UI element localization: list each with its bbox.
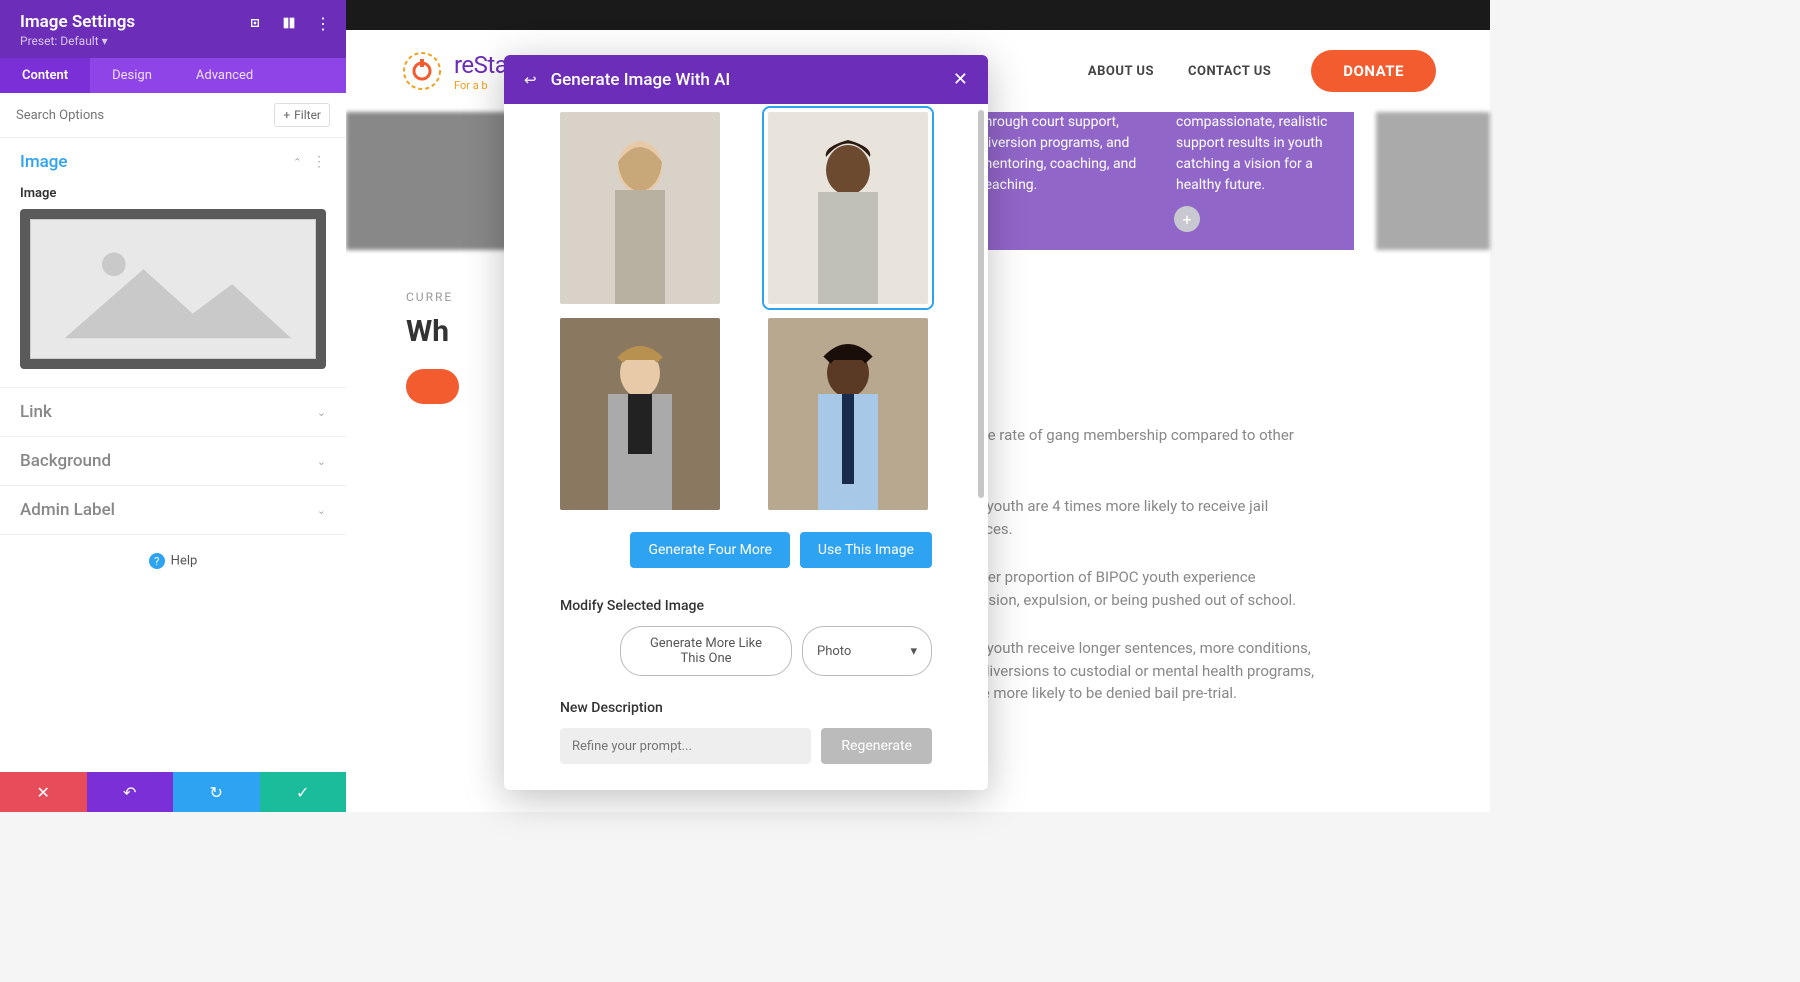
- section-more-icon[interactable]: ⋮: [312, 154, 326, 170]
- more-like-this-button[interactable]: Generate More Like This One: [620, 626, 792, 676]
- section-image-header[interactable]: Image ⌃ ⋮: [0, 138, 346, 186]
- filter-button[interactable]: +Filter: [274, 103, 330, 127]
- section-admin-label: Admin Label ⌄: [0, 486, 346, 535]
- hero-image-right: [1376, 112, 1490, 250]
- placeholder-icon: [31, 220, 315, 358]
- ai-result-thumb-1[interactable]: [560, 112, 720, 304]
- thumbnail-grid: [560, 112, 932, 510]
- nav-contact[interactable]: CONTACT US: [1188, 64, 1271, 79]
- chevron-down-icon: ⌄: [317, 504, 326, 517]
- confirm-button[interactable]: ✓: [260, 772, 347, 812]
- chevron-down-icon: ⌄: [317, 406, 326, 419]
- modify-label: Modify Selected Image: [560, 598, 932, 614]
- ai-result-thumb-2[interactable]: [768, 112, 928, 304]
- top-bar: [346, 0, 1490, 30]
- section-background-header[interactable]: Background ⌄: [0, 437, 346, 485]
- main-nav: ABOUT US CONTACT US: [1088, 64, 1271, 79]
- fact-item: wice the rate of gang membership compare…: [940, 424, 1330, 469]
- search-input[interactable]: [16, 108, 274, 123]
- close-icon[interactable]: ✕: [953, 69, 968, 90]
- preset-dropdown[interactable]: Preset: Default ▾: [20, 34, 326, 48]
- section-image-title: Image: [20, 152, 68, 172]
- chevron-down-icon: ▾: [910, 644, 917, 659]
- section-link-header[interactable]: Link ⌄: [0, 388, 346, 436]
- undo-button[interactable]: ↶: [87, 772, 174, 812]
- use-this-image-button[interactable]: Use This Image: [800, 532, 932, 568]
- refine-row: Regenerate: [560, 728, 932, 764]
- footer-actions: ✕ ↶ ↻ ✓: [0, 772, 346, 812]
- generate-four-more-button[interactable]: Generate Four More: [630, 532, 789, 568]
- back-icon[interactable]: ↩: [524, 71, 537, 89]
- tab-advanced[interactable]: Advanced: [174, 58, 275, 93]
- refine-prompt-input[interactable]: [560, 728, 811, 764]
- section-image: Image ⌃ ⋮ Image: [0, 138, 346, 388]
- new-desc-label: New Description: [560, 700, 932, 716]
- fact-item: A greater proportion of BIPOC youth expe…: [940, 566, 1330, 611]
- more-icon[interactable]: ⋮: [314, 14, 332, 32]
- facts-list: wice the rate of gang membership compare…: [940, 424, 1430, 705]
- modal-header: ↩ Generate Image With AI ✕: [504, 55, 988, 104]
- modal-title: Generate Image With AI: [551, 70, 731, 90]
- nav-about[interactable]: ABOUT US: [1088, 64, 1154, 79]
- ai-image-modal: ↩ Generate Image With AI ✕ Generate Four…: [504, 55, 988, 790]
- scrollbar[interactable]: [976, 110, 984, 498]
- image-field-label: Image: [20, 186, 326, 201]
- grid-icon[interactable]: [280, 14, 298, 32]
- image-preview[interactable]: [20, 209, 326, 369]
- content-cta[interactable]: [406, 369, 459, 404]
- search-row: +Filter: [0, 93, 346, 138]
- cancel-button[interactable]: ✕: [0, 772, 87, 812]
- tab-design[interactable]: Design: [90, 58, 174, 93]
- logo-icon: [400, 49, 444, 93]
- tab-content[interactable]: Content: [0, 58, 90, 93]
- add-section-button[interactable]: +: [1174, 206, 1200, 232]
- ai-result-thumb-3[interactable]: [560, 318, 720, 510]
- chevron-up-icon: ⌃: [293, 156, 302, 169]
- sidebar-header: Image Settings Preset: Default ▾ ⋮: [0, 0, 346, 58]
- section-link: Link ⌄: [0, 388, 346, 437]
- expand-icon[interactable]: [246, 14, 264, 32]
- donate-button[interactable]: DONATE: [1311, 50, 1436, 92]
- section-admin-label-header[interactable]: Admin Label ⌄: [0, 486, 346, 534]
- style-select[interactable]: Photo ▾: [802, 626, 932, 676]
- help-link[interactable]: ?Help: [0, 535, 346, 587]
- regenerate-button[interactable]: Regenerate: [821, 728, 932, 764]
- help-icon: ?: [149, 553, 165, 569]
- modify-row: Generate More Like This One Photo ▾: [620, 626, 932, 676]
- redo-button[interactable]: ↻: [173, 772, 260, 812]
- hero-card-1: through court support, diversion program…: [962, 112, 1158, 250]
- settings-sidebar: Image Settings Preset: Default ▾ ⋮ Conte…: [0, 0, 346, 812]
- modal-primary-actions: Generate Four More Use This Image: [560, 532, 932, 568]
- section-background: Background ⌄: [0, 437, 346, 486]
- ai-result-thumb-4[interactable]: [768, 318, 928, 510]
- fact-item: BIPOC youth receive longer sentences, mo…: [940, 637, 1330, 705]
- chevron-down-icon: ⌄: [317, 455, 326, 468]
- sidebar-tabs: Content Design Advanced: [0, 58, 346, 93]
- fact-item: BIPOC youth are 4 times more likely to r…: [940, 495, 1330, 540]
